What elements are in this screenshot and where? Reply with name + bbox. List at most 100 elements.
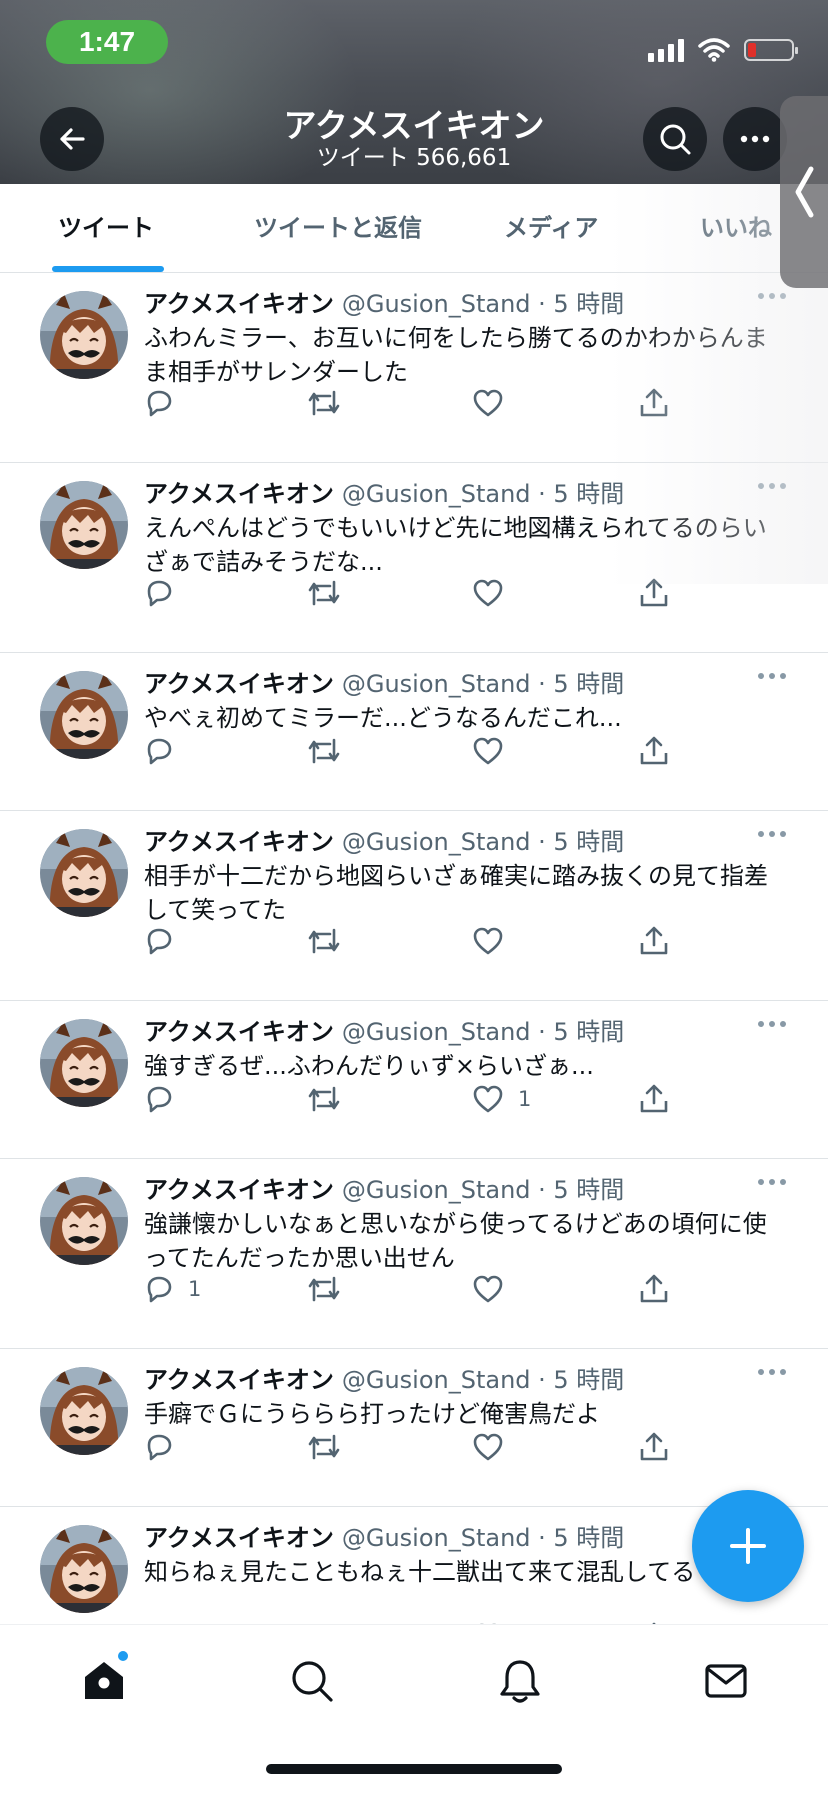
reply-button[interactable]: 1 xyxy=(144,1269,201,1309)
like-button[interactable] xyxy=(472,383,518,423)
heart-icon xyxy=(473,737,503,765)
avatar[interactable] xyxy=(40,481,128,569)
tweet-row[interactable]: アクメスイキオン @Gusion_Stand · 5 時間 相手が十二だから地図らい… xyxy=(0,811,828,1001)
battery-icon xyxy=(744,39,798,61)
tab-likes[interactable]: いいね xyxy=(700,184,772,272)
avatar-image xyxy=(40,1367,128,1455)
tab-tweets[interactable]: ツイート xyxy=(58,184,154,272)
retweet-icon xyxy=(308,580,340,606)
header-search-button[interactable] xyxy=(643,107,707,171)
side-panel-handle[interactable] xyxy=(780,96,828,288)
like-button[interactable]: 1 xyxy=(472,1079,531,1119)
tweet-more-button[interactable] xyxy=(758,1021,786,1027)
tweet-more-button[interactable] xyxy=(758,1369,786,1375)
like-button[interactable] xyxy=(472,921,518,961)
avatar[interactable] xyxy=(40,1525,128,1613)
reply-button[interactable] xyxy=(144,1427,188,1467)
tweet-actions xyxy=(144,1427,704,1467)
tweet-row[interactable]: アクメスイキオン @Gusion_Stand · 5 時間 やべぇ初めてミラーだ..… xyxy=(0,653,828,811)
tweet-more-button[interactable] xyxy=(758,1179,786,1185)
retweet-button[interactable] xyxy=(306,1427,356,1467)
reply-icon xyxy=(147,1276,172,1303)
heart-icon xyxy=(473,1433,503,1461)
compose-tweet-button[interactable] xyxy=(692,1490,804,1602)
tweet-more-button[interactable] xyxy=(758,293,786,299)
like-button[interactable] xyxy=(472,1427,518,1467)
retweet-button[interactable] xyxy=(306,573,356,613)
reply-button[interactable] xyxy=(144,1079,188,1119)
retweet-button[interactable] xyxy=(306,921,356,961)
tweet-author-name[interactable]: アクメスイキオン xyxy=(144,1524,334,1552)
heart-icon xyxy=(473,389,503,417)
tweet-row[interactable]: アクメスイキオン @Gusion_Stand · 5 時間 えんぺんはどうでもいいけ… xyxy=(0,463,828,653)
like-button[interactable] xyxy=(472,1269,518,1309)
cellular-signal-icon xyxy=(648,38,684,62)
retweet-button[interactable] xyxy=(306,1269,356,1309)
retweet-icon xyxy=(308,738,340,764)
share-button[interactable] xyxy=(638,573,670,613)
reply-icon xyxy=(147,1434,172,1461)
avatar[interactable] xyxy=(40,1019,128,1107)
reply-button[interactable] xyxy=(144,731,188,771)
tweet-handle-time: @Gusion_Stand · 5 時間 xyxy=(341,828,625,856)
avatar-image xyxy=(40,1525,128,1613)
share-button[interactable] xyxy=(638,383,670,423)
tweet-row[interactable]: アクメスイキオン @Gusion_Stand · 5 時間 ふわんミラー、お互いに何… xyxy=(0,273,828,463)
share-button[interactable] xyxy=(638,1269,670,1309)
share-button[interactable] xyxy=(638,731,670,771)
avatar[interactable] xyxy=(40,829,128,917)
nav-notifications[interactable] xyxy=(492,1653,548,1709)
tweet-more-button[interactable] xyxy=(758,673,786,679)
tweet-author-name[interactable]: アクメスイキオン xyxy=(144,480,334,508)
tweet-author-name[interactable]: アクメスイキオン xyxy=(144,828,334,856)
retweet-button[interactable] xyxy=(306,1079,356,1119)
avatar[interactable] xyxy=(40,291,128,379)
tab-media[interactable]: メディア xyxy=(504,184,598,272)
tweet-handle-time: @Gusion_Stand · 5 時間 xyxy=(341,1366,625,1394)
tweet-author-name[interactable]: アクメスイキオン xyxy=(144,1176,334,1204)
tweet-header: アクメスイキオン @Gusion_Stand · 5 時間 xyxy=(144,477,624,511)
tab-tweets-and-replies[interactable]: ツイートと返信 xyxy=(254,184,422,272)
tweet-author-name[interactable]: アクメスイキオン xyxy=(144,1366,334,1394)
nav-search[interactable] xyxy=(284,1653,340,1709)
share-button[interactable] xyxy=(638,1427,670,1467)
status-time: 1:47 xyxy=(46,20,168,64)
tweet-handle-time: @Gusion_Stand · 5 時間 xyxy=(341,480,625,508)
tweet-text: えんぺんはどうでもいいけど先に地図構えられてるのらいざぁで詰みそうだな... xyxy=(144,514,767,576)
retweet-icon xyxy=(308,1276,340,1302)
avatar[interactable] xyxy=(40,1177,128,1265)
reply-icon xyxy=(147,580,172,607)
tweet-author-name[interactable]: アクメスイキオン xyxy=(144,1018,334,1046)
retweet-icon xyxy=(308,928,340,954)
reply-button[interactable] xyxy=(144,573,188,613)
retweet-button[interactable] xyxy=(306,731,356,771)
tweet-row[interactable]: アクメスイキオン @Gusion_Stand · 5 時間 強すぎるぜ...ふわんだ… xyxy=(0,1001,828,1159)
share-button[interactable] xyxy=(638,1079,670,1119)
tweet-row[interactable]: アクメスイキオン @Gusion_Stand · 5 時間 手癖でＧにうららら打った… xyxy=(0,1349,828,1507)
retweet-icon xyxy=(308,390,340,416)
tweet-feed: アクメスイキオン @Gusion_Stand · 5 時間 ふわんミラー、お互いに何… xyxy=(0,273,828,1697)
like-count: 1 xyxy=(518,1087,532,1111)
nav-messages[interactable] xyxy=(698,1653,754,1709)
tweet-more-button[interactable] xyxy=(758,831,786,837)
avatar[interactable] xyxy=(40,1367,128,1455)
search-icon xyxy=(660,124,691,155)
tweet-more-button[interactable] xyxy=(758,483,786,489)
avatar[interactable] xyxy=(40,671,128,759)
share-button[interactable] xyxy=(638,921,670,961)
share-icon xyxy=(640,1274,668,1303)
retweet-button[interactable] xyxy=(306,383,356,423)
like-button[interactable] xyxy=(472,573,518,613)
reply-button[interactable] xyxy=(144,383,188,423)
reply-icon xyxy=(147,1086,172,1113)
tweet-author-name[interactable]: アクメスイキオン xyxy=(144,290,334,318)
like-button[interactable] xyxy=(472,731,518,771)
reply-icon xyxy=(147,928,172,955)
tweet-author-name[interactable]: アクメスイキオン xyxy=(144,670,334,698)
nav-home[interactable] xyxy=(76,1651,132,1709)
tweet-row[interactable]: アクメスイキオン @Gusion_Stand · 5 時間 強謙懐かしいなぁと思いな… xyxy=(0,1159,828,1349)
header-more-button[interactable] xyxy=(723,107,787,171)
tweet-handle-time: @Gusion_Stand · 5 時間 xyxy=(341,1018,625,1046)
reply-icon xyxy=(147,738,172,765)
reply-button[interactable] xyxy=(144,921,188,961)
